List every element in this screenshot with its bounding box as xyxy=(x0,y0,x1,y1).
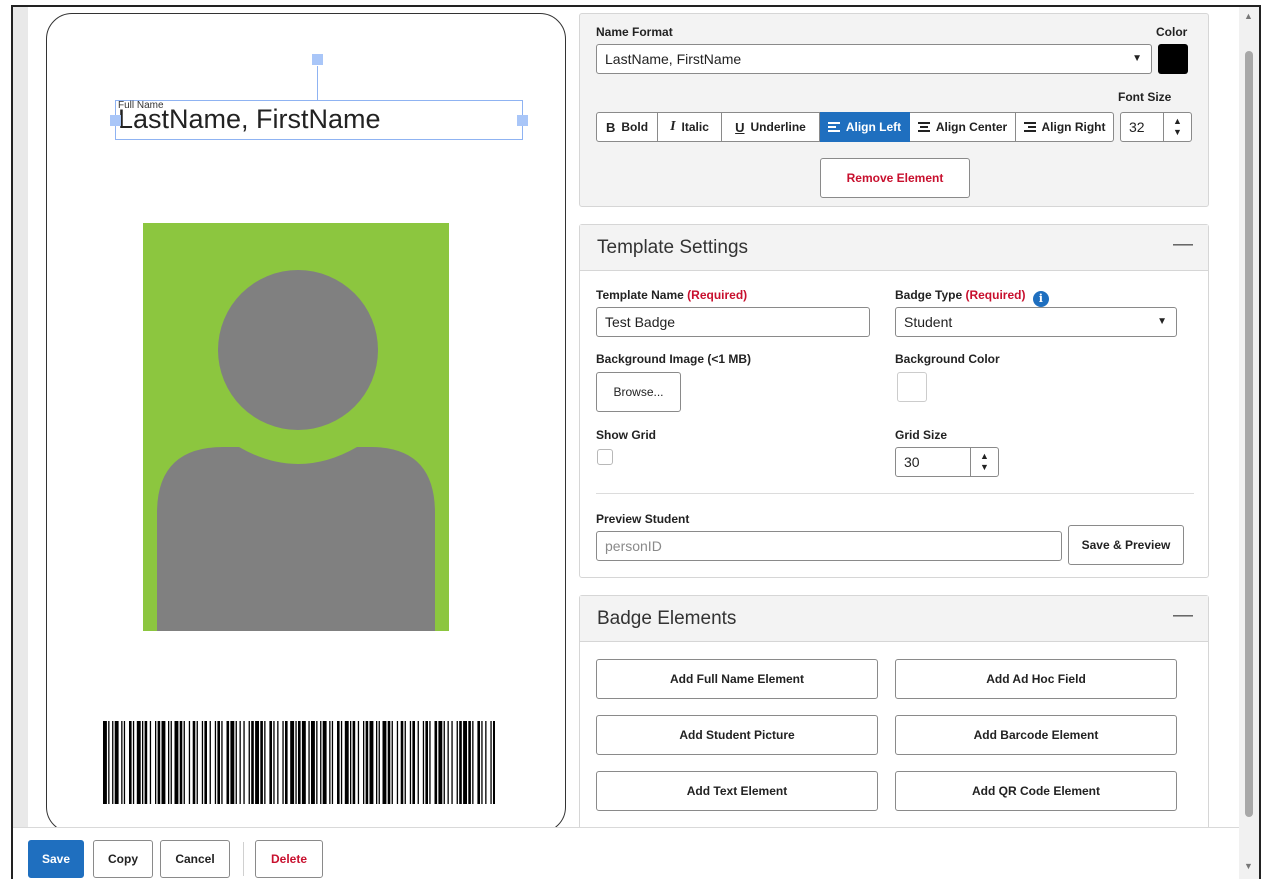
window-frame: Full Name LastName, FirstName Name Forma… xyxy=(11,5,1261,879)
show-grid-checkbox[interactable] xyxy=(597,449,613,465)
student-picture-element[interactable] xyxy=(143,223,449,631)
preview-student-input[interactable]: personID xyxy=(596,531,1062,561)
background-image-label: Background Image (<1 MB) xyxy=(596,352,752,366)
collapse-icon[interactable]: — xyxy=(1173,604,1193,627)
add-barcode-element-button[interactable]: Add Barcode Element xyxy=(895,715,1177,755)
name-format-card: Name Format Color LastName, FirstName ▼ … xyxy=(579,13,1209,207)
badge-canvas[interactable]: Full Name LastName, FirstName xyxy=(46,13,566,833)
add-qr-code-element-button[interactable]: Add QR Code Element xyxy=(895,771,1177,811)
badge-type-label: Badge Type (Required) i xyxy=(895,288,1049,307)
align-left-button[interactable]: Align Left xyxy=(820,112,910,142)
bold-label: Bold xyxy=(621,120,649,134)
font-size-value: 32 xyxy=(1129,119,1145,135)
show-grid-label: Show Grid xyxy=(596,428,656,442)
italic-button[interactable]: I Italic xyxy=(658,112,722,142)
badge-elements-card: Badge Elements — Add Full Name Element A… xyxy=(579,595,1209,835)
color-label: Color xyxy=(1156,25,1188,39)
name-format-select[interactable]: LastName, FirstName ▼ xyxy=(596,44,1152,74)
align-right-icon xyxy=(1023,122,1036,132)
template-name-input[interactable]: Test Badge xyxy=(596,307,870,337)
scroll-up-icon[interactable]: ▲ xyxy=(1244,11,1253,21)
background-color-label: Background Color xyxy=(895,352,1000,366)
full-name-text: LastName, FirstName xyxy=(118,104,381,134)
badge-elements-header[interactable]: Badge Elements — xyxy=(580,596,1208,642)
add-text-element-button[interactable]: Add Text Element xyxy=(596,771,878,811)
add-ad-hoc-field-button[interactable]: Add Ad Hoc Field xyxy=(895,659,1177,699)
full-name-element[interactable]: Full Name LastName, FirstName xyxy=(110,100,528,140)
stepper-arrows-icon[interactable]: ▲ ▼ xyxy=(1163,113,1191,141)
copy-button[interactable]: Copy xyxy=(93,840,153,878)
browse-button[interactable]: Browse... xyxy=(596,372,681,412)
background-color-swatch[interactable] xyxy=(897,372,927,402)
bold-icon: B xyxy=(605,119,616,135)
underline-label: Underline xyxy=(750,120,806,134)
name-format-label: Name Format xyxy=(596,25,673,39)
chevron-down-icon: ▼ xyxy=(1132,53,1142,64)
underline-button[interactable]: U Underline xyxy=(722,112,820,142)
font-size-label: Font Size xyxy=(1118,90,1172,104)
barcode-element[interactable] xyxy=(103,721,495,804)
add-student-picture-button[interactable]: Add Student Picture xyxy=(596,715,878,755)
badge-type-select[interactable]: Student ▼ xyxy=(895,307,1177,337)
chevron-down-icon: ▼ xyxy=(1157,316,1167,327)
align-left-icon xyxy=(827,122,840,132)
align-center-label: Align Center xyxy=(935,120,1008,134)
align-center-icon xyxy=(917,122,930,132)
section-title: Badge Elements xyxy=(597,608,737,629)
align-left-label: Align Left xyxy=(845,120,902,134)
preview-student-label: Preview Student xyxy=(596,512,690,526)
badge-type-value: Student xyxy=(904,314,953,330)
cancel-button[interactable]: Cancel xyxy=(160,840,230,878)
resize-handle-right[interactable] xyxy=(517,115,528,126)
rotate-handle[interactable] xyxy=(312,54,323,65)
color-picker-swatch[interactable] xyxy=(1158,44,1188,74)
grid-size-stepper[interactable]: 30 ▲ ▼ xyxy=(895,447,999,477)
align-right-label: Align Right xyxy=(1041,120,1106,134)
format-button-group: B Bold I Italic U Underline Align Left A… xyxy=(596,112,1114,142)
scroll-down-icon[interactable]: ▼ xyxy=(1244,861,1253,871)
name-format-value: LastName, FirstName xyxy=(605,51,742,67)
save-preview-button[interactable]: Save & Preview xyxy=(1068,525,1184,565)
align-center-button[interactable]: Align Center xyxy=(910,112,1016,142)
scroll-thumb[interactable] xyxy=(1245,51,1253,817)
align-right-button[interactable]: Align Right xyxy=(1016,112,1114,142)
rotation-line xyxy=(317,66,318,100)
left-gutter xyxy=(13,7,28,827)
collapse-icon[interactable]: — xyxy=(1173,233,1193,256)
remove-element-button[interactable]: Remove Element xyxy=(820,158,970,198)
stepper-arrows-icon[interactable]: ▲ ▼ xyxy=(970,448,998,476)
properties-panel: Name Format Color LastName, FirstName ▼ … xyxy=(579,7,1235,835)
save-button[interactable]: Save xyxy=(28,840,84,878)
person-silhouette-icon xyxy=(157,270,435,631)
divider xyxy=(596,493,1194,494)
underline-icon: U xyxy=(735,119,745,135)
action-divider xyxy=(243,842,244,876)
info-icon[interactable]: i xyxy=(1032,291,1049,307)
bold-button[interactable]: B Bold xyxy=(596,112,658,142)
delete-button[interactable]: Delete xyxy=(255,840,323,878)
font-size-stepper[interactable]: 32 ▲ ▼ xyxy=(1120,112,1192,142)
add-full-name-element-button[interactable]: Add Full Name Element xyxy=(596,659,878,699)
badge-canvas-area: Full Name LastName, FirstName xyxy=(28,7,577,833)
scrollbar[interactable]: ▲ ▼ xyxy=(1239,7,1259,879)
italic-icon: I xyxy=(670,119,676,134)
grid-size-label: Grid Size xyxy=(895,428,948,442)
resize-handle-left[interactable] xyxy=(110,115,121,126)
italic-label: Italic xyxy=(681,120,709,134)
action-bar: Save Copy Cancel Delete xyxy=(13,827,1239,879)
barcode-icon xyxy=(103,721,495,804)
template-settings-card: Template Settings — Template Name (Requi… xyxy=(579,224,1209,578)
template-settings-header[interactable]: Template Settings — xyxy=(580,225,1208,271)
grid-size-value: 30 xyxy=(904,454,920,470)
section-title: Template Settings xyxy=(597,237,749,258)
template-name-label: Template Name (Required) xyxy=(596,288,748,302)
